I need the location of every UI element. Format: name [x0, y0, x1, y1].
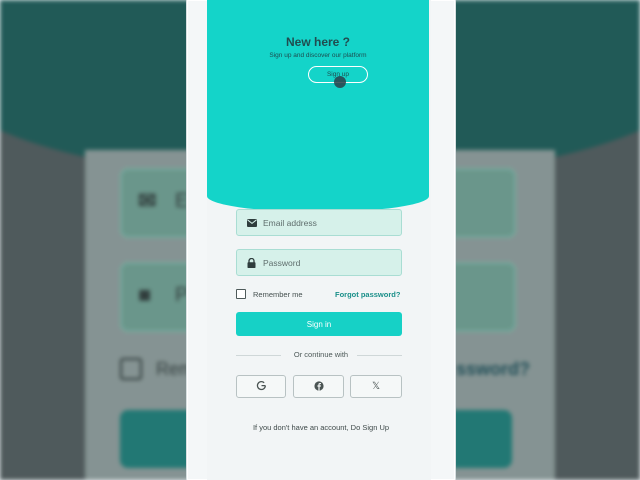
divider-text: Or continue with — [293, 350, 349, 359]
password-field[interactable] — [236, 249, 402, 276]
background-checkbox — [120, 358, 142, 380]
google-button[interactable] — [236, 375, 286, 398]
email-field[interactable] — [236, 209, 402, 236]
remember-checkbox[interactable] — [236, 289, 246, 299]
background-forgot-label: ssword? — [456, 359, 531, 379]
facebook-button[interactable] — [293, 375, 344, 398]
remember-me[interactable]: Remember me — [236, 289, 303, 299]
password-input[interactable] — [263, 257, 393, 268]
banner-title: New here ? — [285, 35, 351, 49]
x-button[interactable]: 𝕏 — [350, 375, 402, 398]
phone-frame: New here ? Sign up and discover our plat… — [186, 0, 456, 480]
facebook-icon — [313, 378, 324, 396]
forgot-password-link[interactable]: Forgot password? — [335, 290, 400, 299]
signup-banner: New here ? Sign up and discover our plat… — [207, 0, 429, 212]
signup-prompt[interactable]: If you don't have an account, Do Sign Up — [187, 423, 455, 432]
signin-button[interactable]: Sign in — [236, 312, 402, 336]
remember-label: Remember me — [253, 289, 303, 299]
google-icon — [256, 378, 267, 396]
banner-subtitle: Sign up and discover our platform — [269, 52, 367, 59]
divider-line-right — [357, 355, 402, 356]
mail-icon — [246, 217, 257, 228]
background-lock-icon: ■ — [138, 282, 152, 307]
lock-icon — [246, 257, 257, 268]
touch-cursor — [334, 76, 346, 88]
x-icon: 𝕏 — [371, 381, 381, 392]
background-mail-icon: ✉ — [138, 188, 157, 213]
email-input[interactable] — [263, 217, 393, 228]
